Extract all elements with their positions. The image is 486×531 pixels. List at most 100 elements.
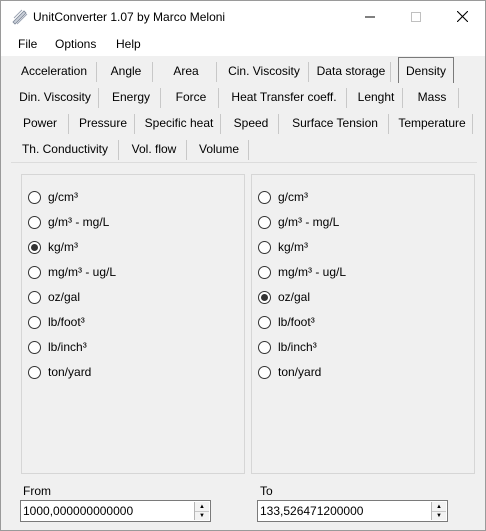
tab-label: Mass [417,90,447,104]
tab-vol-flow[interactable]: Vol. flow [121,136,187,162]
radio-label: ton/yard [278,365,322,379]
tab-area[interactable]: Area [155,58,217,84]
from-label: From [23,484,51,498]
window-title: UnitConverter 1.07 by Marco Meloni [33,10,226,24]
menu-file[interactable]: File [18,37,37,51]
tab-label: Heat Transfer coeff. [231,90,337,104]
tab-th-conductivity[interactable]: Th. Conductivity [11,136,119,162]
radio-label: lb/foot³ [48,315,85,329]
tab-surface-tension[interactable]: Surface Tension [281,110,389,136]
to-radio-mg-m3[interactable]: mg/m³ - ug/L [258,262,346,282]
radio-label: lb/foot³ [278,315,315,329]
from-radio-g-cm3[interactable]: g/cm³ [28,187,78,207]
tab-label: Cin. Viscosity [228,64,300,78]
close-icon [456,11,468,22]
from-radio-ton-yard[interactable]: ton/yard [28,362,91,382]
tab-temperature[interactable]: Temperature [391,110,473,136]
radio-label: lb/inch³ [48,340,87,354]
tab-cin-viscosity[interactable]: Cin. Viscosity [219,58,309,84]
radio-circle [258,215,271,229]
tab-label: Energy [111,90,151,104]
close-button[interactable] [439,1,485,32]
tab-label: Pressure [78,116,128,130]
to-radio-lb-foot3[interactable]: lb/foot³ [258,312,315,332]
tab-angle[interactable]: Angle [99,58,153,84]
tab-specific-heat[interactable]: Specific heat [137,110,221,136]
to-unit-panel: g/cm³ g/m³ - mg/L kg/m³ mg/m³ - ug/L oz/… [251,174,475,474]
to-spin-down-button[interactable]: ▼ [432,511,446,520]
to-value-input[interactable]: 133,526471200000 ▲ ▼ [257,500,448,522]
from-radio-kg-m3[interactable]: kg/m³ [28,237,78,257]
to-radio-ton-yard[interactable]: ton/yard [258,362,321,382]
maximize-icon [411,11,421,22]
to-radio-lb-inch3[interactable]: lb/inch³ [258,337,317,357]
tab-label: Acceleration [20,64,88,78]
from-spin-down-button[interactable]: ▼ [195,511,209,520]
to-value-text: 133,526471200000 [260,504,364,518]
tab-label: Th. Conductivity [21,142,109,156]
menu-bar: File Options Help [1,32,485,56]
tab-label: Force [175,90,207,104]
menu-help[interactable]: Help [116,37,141,51]
maximize-button[interactable] [393,1,439,32]
radio-label: g/m³ - mg/L [278,215,340,229]
to-radio-g-m3[interactable]: g/m³ - mg/L [258,212,339,232]
tab-mass[interactable]: Mass [405,84,459,110]
tab-heat-transfer[interactable]: Heat Transfer coeff. [221,84,347,110]
tab-pressure[interactable]: Pressure [71,110,135,136]
chevron-up-icon: ▲ [199,503,205,510]
tab-lenght[interactable]: Lenght [349,84,403,110]
minimize-button[interactable] [347,1,393,32]
tab-label: Area [173,64,199,78]
radio-circle [258,340,271,354]
chevron-down-icon: ▼ [436,512,442,519]
from-radio-mg-m3[interactable]: mg/m³ - ug/L [28,262,116,282]
to-radio-g-cm3[interactable]: g/cm³ [258,187,308,207]
radio-circle [28,340,41,354]
from-value-input[interactable]: 1000,000000000000 ▲ ▼ [20,500,211,522]
radio-circle [258,265,271,279]
app-icon [11,8,29,26]
title-bar[interactable]: UnitConverter 1.07 by Marco Meloni [1,1,485,32]
minimize-icon [365,16,375,17]
radio-label: kg/m³ [278,240,308,254]
radio-circle [28,290,41,304]
tab-label: Volume [198,142,240,156]
tab-power[interactable]: Power [11,110,69,136]
tab-speed[interactable]: Speed [223,110,279,136]
radio-circle [258,290,271,304]
chevron-down-icon: ▼ [199,512,205,519]
tab-label: Power [22,116,57,130]
radio-label: lb/inch³ [278,340,317,354]
to-radio-kg-m3[interactable]: kg/m³ [258,237,308,257]
tab-density[interactable]: Density [398,57,454,83]
tab-label: Temperature [398,116,466,130]
tab-acceleration[interactable]: Acceleration [11,58,97,84]
tab-din-viscosity[interactable]: Din. Viscosity [11,84,99,110]
from-radio-lb-inch3[interactable]: lb/inch³ [28,337,87,357]
radio-label: mg/m³ - ug/L [278,265,347,279]
radio-label: oz/gal [48,290,81,304]
radio-circle [258,240,271,254]
radio-label: g/cm³ [48,190,78,204]
radio-circle [28,240,41,254]
radio-label: mg/m³ - ug/L [48,265,117,279]
tab-force[interactable]: Force [163,84,219,110]
radio-circle [258,315,271,329]
tab-label: Angle [110,64,142,78]
radio-circle [258,365,271,379]
tab-label: Data storage [316,64,386,78]
tab-volume[interactable]: Volume [189,136,249,162]
to-spin-buttons: ▲ ▼ [431,502,446,520]
tab-data-storage[interactable]: Data storage [311,58,391,84]
radio-label: g/cm³ [278,190,308,204]
from-radio-lb-foot3[interactable]: lb/foot³ [28,312,85,332]
radio-label: g/m³ - mg/L [48,215,110,229]
from-radio-g-m3[interactable]: g/m³ - mg/L [28,212,109,232]
tab-label: Lenght [357,90,395,104]
from-radio-oz-gal[interactable]: oz/gal [28,287,80,307]
tab-label: Density [405,64,446,78]
menu-options[interactable]: Options [55,37,96,51]
to-radio-oz-gal[interactable]: oz/gal [258,287,310,307]
tab-energy[interactable]: Energy [101,84,161,110]
